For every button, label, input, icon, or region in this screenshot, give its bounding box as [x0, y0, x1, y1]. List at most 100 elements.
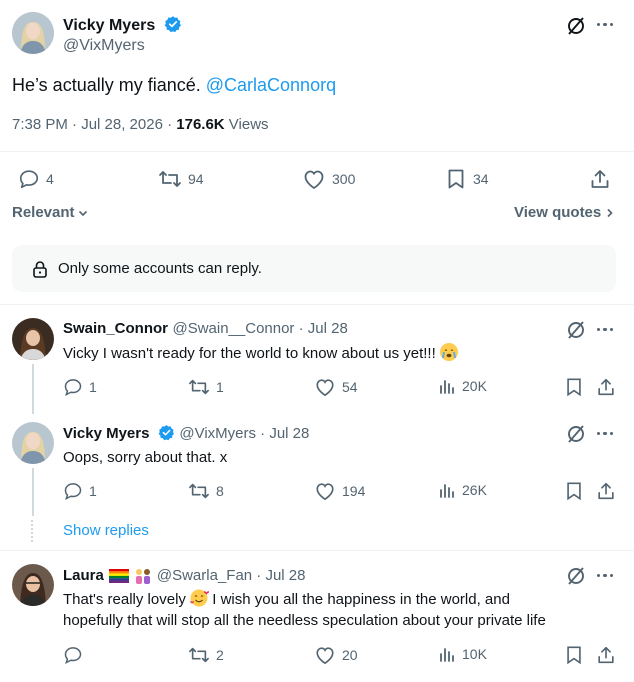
share-icon[interactable] [596, 377, 616, 397]
repost-icon [188, 377, 210, 397]
tweet-timestamp[interactable]: 7:38 PM · Jul 28, 2026 · [12, 116, 176, 133]
views-button[interactable]: 10K [438, 645, 487, 663]
like-button[interactable]: 54 [314, 377, 358, 397]
reply-count: 1 [89, 379, 97, 395]
reply-meta[interactable]: @Swarla_Fan · Jul 28 [157, 567, 306, 584]
repost-button[interactable]: 8 [188, 481, 224, 501]
repost-icon [188, 645, 210, 665]
chevron-down-icon [77, 207, 89, 219]
reply-avatar[interactable] [12, 318, 54, 360]
repost-count: 1 [216, 379, 224, 395]
repost-count: 8 [216, 483, 224, 499]
author-name-row: Vicky Myers [63, 15, 182, 35]
like-count: 54 [342, 379, 358, 395]
reply-button[interactable] [63, 645, 89, 665]
reply-avatar[interactable] [12, 422, 54, 464]
tweet-meta: 7:38 PM · Jul 28, 2026 · 176.6K Views [12, 116, 269, 133]
show-replies-link[interactable]: Show replies [63, 522, 149, 539]
share-icon[interactable] [596, 645, 616, 665]
repost-button[interactable]: 1 [188, 377, 224, 397]
reply-button[interactable]: 4 [18, 168, 54, 190]
reply-text: That's really lovely I wish you all the … [63, 589, 623, 631]
heart-icon [314, 645, 336, 665]
author-handle[interactable]: @VixMyers [63, 37, 145, 55]
reply-header: Vicky Myers @VixMyers · Jul 28 [63, 424, 309, 443]
heart-icon [314, 377, 336, 397]
reply-restriction-banner: Only some accounts can reply. [12, 245, 616, 292]
reply-header: Swain_Connor @Swain__Connor · Jul 28 [63, 320, 348, 338]
grok-icon[interactable] [566, 566, 586, 586]
more-options-icon[interactable] [597, 432, 614, 436]
divider [0, 550, 634, 551]
view-quotes-link[interactable]: View quotes [514, 204, 615, 221]
reply-meta[interactable]: @VixMyers · Jul 28 [179, 425, 309, 442]
reply-author-name[interactable]: Laura [63, 567, 104, 584]
reply-text-line1: That's really lovely [63, 591, 186, 608]
reply-icon [63, 377, 83, 397]
author-avatar[interactable] [12, 12, 54, 54]
heart-icon [314, 481, 336, 501]
reply-text-line2: hopefully that will stop all the needles… [63, 612, 546, 629]
repost-icon [158, 168, 182, 190]
views-count: 10K [462, 646, 487, 662]
bookmark-button[interactable]: 34 [445, 168, 489, 190]
repost-button[interactable]: 94 [158, 168, 204, 190]
divider [0, 304, 634, 305]
views-count: 26K [462, 482, 487, 498]
thread-line [32, 364, 34, 414]
reply-button[interactable]: 1 [63, 481, 97, 501]
repost-button[interactable]: 2 [188, 645, 224, 665]
bookmark-icon[interactable] [564, 377, 584, 397]
bookmark-icon[interactable] [564, 481, 584, 501]
more-options-icon[interactable] [597, 23, 614, 27]
reply-restriction-text: Only some accounts can reply. [58, 260, 262, 277]
bookmark-icon[interactable] [564, 645, 584, 665]
more-options-icon[interactable] [597, 328, 614, 332]
reply-text: Oops, sorry about that. x [63, 449, 228, 466]
divider [0, 151, 634, 152]
reply-text-body: Vicky I wasn't ready for the world to kn… [63, 345, 436, 362]
heart-icon [302, 168, 326, 190]
reply-meta[interactable]: @Swain__Connor · Jul 28 [172, 320, 347, 337]
share-icon[interactable] [596, 481, 616, 501]
author-name[interactable]: Vicky Myers [63, 17, 155, 34]
like-button[interactable]: 300 [302, 168, 355, 190]
rainbow-flag-icon [108, 568, 129, 583]
analytics-icon [438, 377, 456, 395]
reply-text-line1-rest: I wish you all the happiness in the worl… [212, 591, 510, 608]
grok-icon[interactable] [566, 320, 586, 340]
mention-link[interactable]: @CarlaConnorq [206, 75, 336, 95]
share-icon[interactable] [589, 168, 611, 190]
reply-author-name[interactable]: Swain_Connor [63, 320, 168, 337]
repost-count: 2 [216, 647, 224, 663]
grok-icon[interactable] [566, 424, 586, 444]
like-button[interactable]: 194 [314, 481, 365, 501]
reply-icon [18, 168, 40, 190]
reply-button[interactable]: 1 [63, 377, 97, 397]
reply-author-name[interactable]: Vicky Myers [63, 425, 149, 442]
like-button[interactable]: 20 [314, 645, 358, 665]
grok-icon[interactable] [566, 16, 586, 36]
reply-icon [63, 481, 83, 501]
repost-icon [188, 481, 210, 501]
reply-header: Laura @Swarla_Fan · Jul 28 [63, 567, 305, 584]
views-button[interactable]: 20K [438, 377, 487, 395]
views-count: 20K [462, 378, 487, 394]
smiling-face-with-hearts-emoji-icon [190, 589, 210, 607]
verified-badge-icon [164, 15, 182, 33]
bookmark-count: 34 [473, 171, 489, 187]
women-couple-icon [134, 568, 152, 584]
like-count: 194 [342, 483, 366, 499]
more-options-icon[interactable] [597, 574, 614, 578]
analytics-icon [438, 481, 456, 499]
sort-dropdown[interactable]: Relevant [12, 204, 89, 221]
reply-avatar[interactable] [12, 564, 54, 606]
reply-count: 4 [46, 171, 54, 187]
sort-label: Relevant [12, 204, 75, 221]
views-button[interactable]: 26K [438, 481, 487, 499]
reply-icon [63, 645, 83, 665]
lock-icon [32, 260, 48, 278]
tweet-text: He’s actually my fiancé. @CarlaConnorq [12, 73, 336, 97]
repost-count: 94 [188, 171, 204, 187]
bookmark-icon [445, 168, 467, 190]
